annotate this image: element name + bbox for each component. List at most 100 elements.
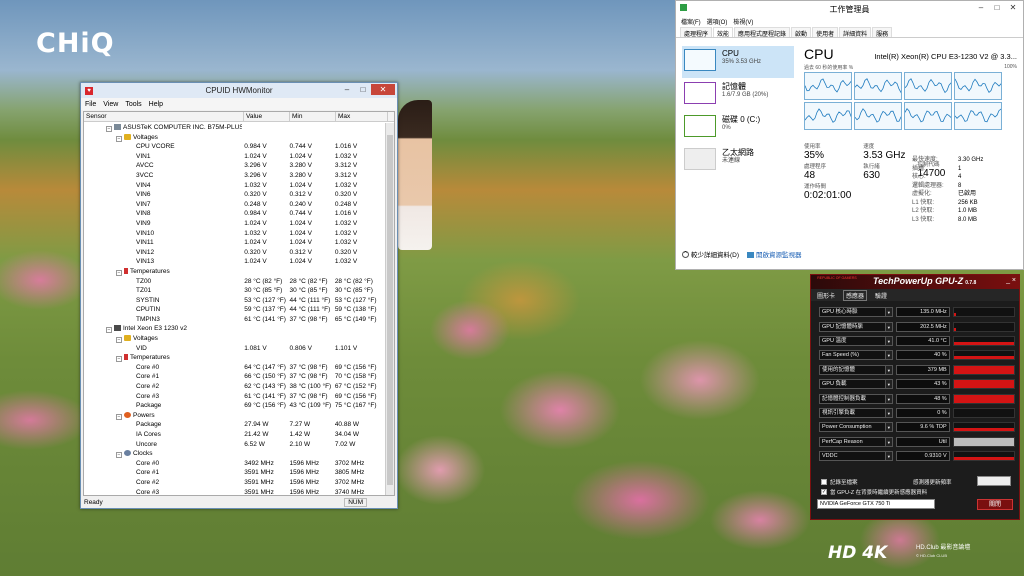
sensor-row[interactable]: VIN10 1.032 V 1.024 V 1.032 V [84,229,384,239]
gpuz-close-button[interactable]: 關閉 [977,499,1013,510]
sensor-group-row[interactable]: − Voltages [84,133,384,143]
tm-menu-view[interactable]: 檢視(V) [733,17,753,26]
sensor-row[interactable]: VIN11 1.024 V 1.024 V 1.032 V [84,238,384,248]
sensor-row[interactable]: Package 69 °C (156 °F) 43 °C (109 °F) 75 °C… [84,401,384,411]
collapse-icon[interactable]: − [106,327,112,334]
gpuz-window-controls[interactable]: _ × [1006,277,1016,284]
tm-menu-options[interactable]: 選項(O) [707,17,728,26]
tm-close-button[interactable]: ✕ [1005,2,1021,13]
open-resource-monitor-link[interactable]: 開啟資源監視器 [747,249,802,259]
collapse-icon[interactable]: − [106,126,112,132]
sensor-row[interactable]: 3VCC 3.296 V 3.280 V 3.312 V [84,171,384,181]
gpu-select-dropdown[interactable]: NVIDIA GeForce GTX 750 Ti [817,499,935,509]
hwmonitor-window[interactable]: ♥ CPUID HWMonitor – □ ✕ File View Tools … [80,82,398,509]
gpuz-titlebar[interactable]: REPUBLIC OF GAMERS TechPowerUp GPU-Z 0.7.… [811,275,1019,289]
sidebar-item-eth[interactable]: 乙太網路 未連線 [682,145,794,177]
gpuz-window[interactable]: REPUBLIC OF GAMERS TechPowerUp GPU-Z 0.7.… [810,274,1020,520]
tab-5[interactable]: 詳細資料 [839,27,872,38]
sensor-group-row[interactable]: − Voltages [84,334,384,344]
column-min[interactable]: Min [290,112,336,121]
collapse-icon[interactable]: − [116,337,122,344]
column-value[interactable]: Value [244,112,290,121]
dropdown-arrow-icon[interactable]: ▼ [886,307,893,318]
sensor-row[interactable]: AVCC 3.296 V 3.280 V 3.312 V [84,161,384,171]
tm-menu-file[interactable]: 檔案(F) [681,17,701,26]
refresh-rate-dropdown[interactable] [977,476,1011,486]
sensor-row[interactable]: VIN13 1.024 V 1.024 V 1.032 V [84,257,384,267]
sensor-row[interactable]: VIN12 0.320 V 0.312 V 0.320 V [84,248,384,258]
sensor-group-row[interactable]: − Temperatures [84,353,384,363]
collapse-icon[interactable]: − [116,356,122,363]
tab-0[interactable]: 處理程序 [680,27,713,38]
sensor-row[interactable]: Core #1 66 °C (150 °F) 37 °C (98 °F) 70 °C … [84,372,384,382]
gpuz-tab-1[interactable]: 感應器 [843,289,868,301]
minimize-button[interactable]: – [339,84,355,95]
dropdown-arrow-icon[interactable]: ▼ [886,364,893,375]
sensor-row[interactable]: Core #3 3591 MHz 1596 MHz 3740 MHz [84,488,384,495]
dropdown-arrow-icon[interactable]: ▼ [886,407,893,418]
collapse-icon[interactable]: − [116,452,122,459]
sensor-group-row[interactable]: − ASUSTeK COMPUTER INC. B75M-PLUS [84,123,384,133]
sensor-row[interactable]: TZ00 28 °C (82 °F) 28 °C (82 °F) 28 °C (82 … [84,277,384,287]
menu-view[interactable]: View [103,101,118,108]
column-sensor[interactable]: Sensor [84,112,244,121]
collapse-icon[interactable]: − [116,135,122,142]
collapse-icon[interactable]: − [116,269,122,276]
chevron-up-icon[interactable]: ^ [682,250,689,258]
menu-tools[interactable]: Tools [125,101,141,108]
fewer-details-link[interactable]: 較少詳細資料(D) [691,249,739,259]
gpuz-tab-0[interactable]: 圖形卡 [815,291,837,300]
sensor-row[interactable]: Core #1 3591 MHz 1596 MHz 3805 MHz [84,468,384,478]
sensor-row[interactable]: CPUTIN 59 °C (137 °F) 44 °C (111 °F) 59 °C … [84,305,384,315]
tm-maximize-button[interactable]: □ [989,2,1005,13]
sensor-group-row[interactable]: − Clocks [84,449,384,459]
sensor-row[interactable]: VIN8 0.984 V 0.744 V 1.016 V [84,209,384,219]
sensor-row[interactable]: VIN7 0.248 V 0.240 V 0.248 V [84,200,384,210]
sidebar-item-mem[interactable]: 記憶體 1.6/7.9 GB (20%) [682,79,794,111]
dropdown-arrow-icon[interactable]: ▼ [886,451,893,462]
tab-4[interactable]: 使用者 [812,27,839,38]
sensor-row[interactable]: IA Cores 21.42 W 1.42 W 34.04 W [84,430,384,440]
sidebar-item-disk[interactable]: 磁碟 0 (C:) 0% [682,112,794,144]
collapse-icon[interactable]: − [116,413,122,420]
sensor-table[interactable]: Sensor Value Min Max − ASUSTeK COMPUTER I… [83,111,395,496]
log-to-file-checkbox[interactable] [821,479,827,485]
task-manager-titlebar[interactable]: 工作管理員 – □ ✕ [676,1,1023,15]
maximize-button[interactable]: □ [355,84,371,95]
sensor-row[interactable]: Core #0 3492 MHz 1596 MHz 3702 MHz [84,459,384,469]
sensor-row[interactable]: Core #2 3591 MHz 1596 MHz 3702 MHz [84,478,384,488]
tm-minimize-button[interactable]: – [973,2,989,13]
sensor-row[interactable]: SYSTIN 53 °C (127 °F) 44 °C (111 °F) 53 °C … [84,296,384,306]
hwmonitor-titlebar[interactable]: ♥ CPUID HWMonitor – □ ✕ [81,83,397,98]
sensor-row[interactable]: Uncore 6.52 W 2.10 W 7.02 W [84,440,384,450]
sensor-row[interactable]: VID 1.081 V 0.806 V 1.101 V [84,344,384,354]
close-button[interactable]: ✕ [371,84,395,95]
sensor-row[interactable]: CPU VCORE 0.984 V 0.744 V 1.016 V [84,142,384,152]
sensor-row[interactable]: VIN6 0.320 V 0.312 V 0.320 V [84,190,384,200]
background-update-checkbox[interactable]: ✓ [821,489,827,495]
sensor-row[interactable]: Core #3 61 °C (141 °F) 37 °C (98 °F) 69 °C … [84,392,384,402]
gpuz-tab-2[interactable]: 驗證 [873,291,889,300]
menu-file[interactable]: File [85,101,96,108]
menu-help[interactable]: Help [149,101,163,108]
sensor-row[interactable]: Core #2 62 °C (143 °F) 38 °C (100 °F) 67 °C… [84,382,384,392]
dropdown-arrow-icon[interactable]: ▼ [886,321,893,332]
sensor-row[interactable]: VIN4 1.032 V 1.024 V 1.032 V [84,181,384,191]
sensor-row[interactable]: Package 27.94 W 7.27 W 40.88 W [84,420,384,430]
sensor-row[interactable]: TZ01 30 °C (85 °F) 30 °C (85 °F) 30 °C (85 … [84,286,384,296]
column-max[interactable]: Max [336,112,388,121]
log-to-file-option[interactable]: 記錄至檔案 [821,478,858,486]
tab-6[interactable]: 服務 [872,27,893,38]
tab-2[interactable]: 應用程式歷程記錄 [734,27,791,38]
dropdown-arrow-icon[interactable]: ▼ [886,393,893,404]
scrollbar-thumb[interactable] [387,135,393,485]
sensor-group-row[interactable]: − Temperatures [84,267,384,277]
dropdown-arrow-icon[interactable]: ▼ [886,335,893,346]
cpu-core-graphs[interactable] [804,72,1017,130]
background-update-option[interactable]: ✓ 當 GPU-Z 在背景時繼續更新感應器資料 [821,488,927,496]
dropdown-arrow-icon[interactable]: ▼ [886,436,893,447]
sensor-row[interactable]: VIN1 1.024 V 1.024 V 1.032 V [84,152,384,162]
sensor-row[interactable]: TMPIN3 61 °C (141 °F) 37 °C (98 °F) 65 °C (… [84,315,384,325]
tab-3[interactable]: 啟動 [791,27,812,38]
task-manager-window[interactable]: 工作管理員 – □ ✕ 檔案(F) 選項(O) 檢視(V) 處理程序 效能 應用程式… [675,0,1024,270]
